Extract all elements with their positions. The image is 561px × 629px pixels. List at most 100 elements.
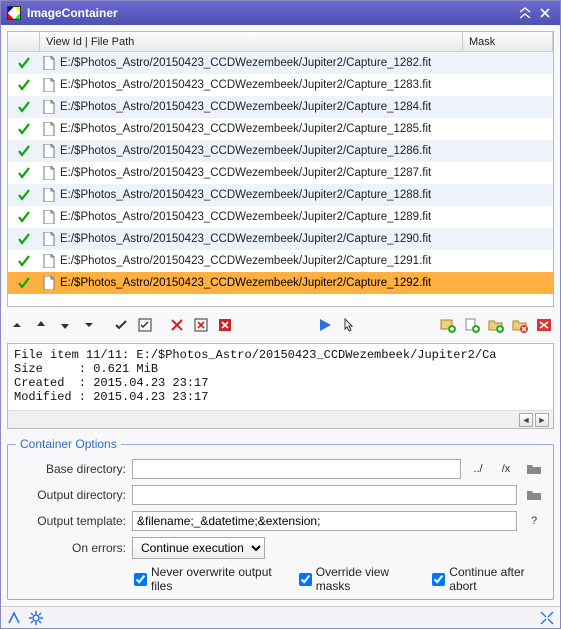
titlebar[interactable]: ImageContainer bbox=[1, 1, 560, 25]
file-path: E:/$Photos_Astro/20150423_CCDWezembeek/J… bbox=[58, 255, 463, 267]
base-dir-label: Base directory: bbox=[16, 462, 126, 476]
check-icon bbox=[8, 232, 40, 246]
window: ImageContainer View Id | File Path Mask … bbox=[0, 0, 561, 629]
on-errors-row: On errors: Continue execution bbox=[16, 537, 545, 559]
footer bbox=[1, 606, 560, 628]
base-dir-clear-button[interactable]: /x bbox=[495, 459, 517, 479]
output-tmpl-label: Output template: bbox=[16, 514, 126, 528]
info-text[interactable]: File item 11/11: E:/$Photos_Astro/201504… bbox=[8, 344, 553, 410]
base-dir-input[interactable] bbox=[132, 459, 461, 479]
on-errors-label: On errors: bbox=[16, 541, 126, 555]
output-tmpl-input[interactable] bbox=[132, 511, 517, 531]
window-title: ImageContainer bbox=[27, 6, 118, 20]
footer-new-instance-icon[interactable] bbox=[7, 611, 21, 625]
remove-all-button[interactable] bbox=[215, 315, 235, 335]
chk-continue-abort-box[interactable] bbox=[432, 573, 445, 586]
scroll-left-button[interactable]: ◄ bbox=[519, 413, 533, 427]
base-dir-row: Base directory: ../ /x bbox=[16, 459, 545, 479]
move-down-button[interactable] bbox=[55, 315, 75, 335]
file-icon bbox=[40, 166, 58, 180]
on-errors-select[interactable]: Continue execution bbox=[132, 537, 265, 559]
check-icon bbox=[8, 144, 40, 158]
footer-settings-icon[interactable] bbox=[29, 611, 43, 625]
file-icon bbox=[40, 188, 58, 202]
check-button[interactable] bbox=[111, 315, 131, 335]
file-icon bbox=[40, 232, 58, 246]
run-button[interactable] bbox=[315, 315, 335, 335]
footer-collapse-icon[interactable] bbox=[540, 611, 554, 625]
check-icon bbox=[8, 78, 40, 92]
table-row[interactable]: E:/$Photos_Astro/20150423_CCDWezembeek/J… bbox=[8, 96, 553, 118]
table-row[interactable]: E:/$Photos_Astro/20150423_CCDWezembeek/J… bbox=[8, 118, 553, 140]
col-mask[interactable]: Mask bbox=[463, 32, 553, 51]
file-path: E:/$Photos_Astro/20150423_CCDWezembeek/J… bbox=[58, 189, 463, 201]
close-button[interactable] bbox=[536, 5, 554, 21]
pointer-button[interactable] bbox=[339, 315, 359, 335]
scroll-right-button[interactable]: ► bbox=[535, 413, 549, 427]
add-view-button[interactable] bbox=[438, 315, 458, 335]
add-files-button[interactable] bbox=[462, 315, 482, 335]
table-row[interactable]: E:/$Photos_Astro/20150423_CCDWezembeek/J… bbox=[8, 52, 553, 74]
check-icon bbox=[8, 122, 40, 136]
file-icon bbox=[40, 254, 58, 268]
table-row[interactable]: E:/$Photos_Astro/20150423_CCDWezembeek/J… bbox=[8, 250, 553, 272]
file-icon bbox=[40, 100, 58, 114]
chk-overwrite-box[interactable] bbox=[134, 573, 147, 586]
file-icon bbox=[40, 78, 58, 92]
file-path: E:/$Photos_Astro/20150423_CCDWezembeek/J… bbox=[58, 211, 463, 223]
toolbar bbox=[7, 313, 554, 337]
base-dir-browse-button[interactable] bbox=[523, 459, 545, 479]
file-path: E:/$Photos_Astro/20150423_CCDWezembeek/J… bbox=[58, 277, 463, 289]
chk-overwrite[interactable]: Never overwrite output files bbox=[134, 565, 283, 593]
move-top-button[interactable] bbox=[7, 315, 27, 335]
table-row[interactable]: E:/$Photos_Astro/20150423_CCDWezembeek/J… bbox=[8, 140, 553, 162]
check-icon bbox=[8, 188, 40, 202]
file-path: E:/$Photos_Astro/20150423_CCDWezembeek/J… bbox=[58, 79, 463, 91]
file-icon bbox=[40, 144, 58, 158]
file-path: E:/$Photos_Astro/20150423_CCDWezembeek/J… bbox=[58, 233, 463, 245]
clear-list-button[interactable] bbox=[534, 315, 554, 335]
check-boxed-button[interactable] bbox=[135, 315, 155, 335]
shade-button[interactable] bbox=[516, 5, 534, 21]
base-dir-up-button[interactable]: ../ bbox=[467, 459, 489, 479]
table-row[interactable]: E:/$Photos_Astro/20150423_CCDWezembeek/J… bbox=[8, 228, 553, 250]
table-row[interactable]: E:/$Photos_Astro/20150423_CCDWezembeek/J… bbox=[8, 162, 553, 184]
chk-continue-abort[interactable]: Continue after abort bbox=[432, 565, 545, 593]
output-dir-label: Output directory: bbox=[16, 488, 126, 502]
col-filepath[interactable]: View Id | File Path bbox=[40, 32, 463, 51]
table-row[interactable]: E:/$Photos_Astro/20150423_CCDWezembeek/J… bbox=[8, 184, 553, 206]
delete-folder-button[interactable] bbox=[510, 315, 530, 335]
chk-override-masks-box[interactable] bbox=[299, 573, 312, 586]
chk-override-masks[interactable]: Override view masks bbox=[299, 565, 417, 593]
output-tmpl-help-button[interactable]: ? bbox=[523, 511, 545, 531]
check-icon bbox=[8, 276, 40, 290]
file-path: E:/$Photos_Astro/20150423_CCDWezembeek/J… bbox=[58, 101, 463, 113]
move-up-button[interactable] bbox=[31, 315, 51, 335]
check-icon bbox=[8, 56, 40, 70]
table-row[interactable]: E:/$Photos_Astro/20150423_CCDWezembeek/J… bbox=[8, 74, 553, 96]
file-list-body[interactable]: E:/$Photos_Astro/20150423_CCDWezembeek/J… bbox=[8, 52, 553, 306]
file-path: E:/$Photos_Astro/20150423_CCDWezembeek/J… bbox=[58, 57, 463, 69]
info-panel: File item 11/11: E:/$Photos_Astro/201504… bbox=[7, 343, 554, 429]
output-dir-input[interactable] bbox=[132, 485, 517, 505]
check-icon bbox=[8, 166, 40, 180]
col-check[interactable] bbox=[8, 32, 40, 51]
move-bottom-button[interactable] bbox=[79, 315, 99, 335]
remove-button[interactable] bbox=[167, 315, 187, 335]
check-icon bbox=[8, 254, 40, 268]
file-icon bbox=[40, 122, 58, 136]
table-row[interactable]: E:/$Photos_Astro/20150423_CCDWezembeek/J… bbox=[8, 272, 553, 294]
check-icon bbox=[8, 210, 40, 224]
options-legend: Container Options bbox=[16, 437, 121, 451]
file-list: View Id | File Path Mask E:/$Photos_Astr… bbox=[7, 31, 554, 307]
table-row[interactable]: E:/$Photos_Astro/20150423_CCDWezembeek/J… bbox=[8, 206, 553, 228]
remove-boxed-button[interactable] bbox=[191, 315, 211, 335]
info-scrollbar: ◄ ► bbox=[8, 410, 553, 428]
container-options: Container Options Base directory: ../ /x… bbox=[7, 437, 554, 600]
output-dir-browse-button[interactable] bbox=[523, 485, 545, 505]
output-dir-row: Output directory: bbox=[16, 485, 545, 505]
file-icon bbox=[40, 56, 58, 70]
file-path: E:/$Photos_Astro/20150423_CCDWezembeek/J… bbox=[58, 145, 463, 157]
file-path: E:/$Photos_Astro/20150423_CCDWezembeek/J… bbox=[58, 123, 463, 135]
add-folder-button[interactable] bbox=[486, 315, 506, 335]
